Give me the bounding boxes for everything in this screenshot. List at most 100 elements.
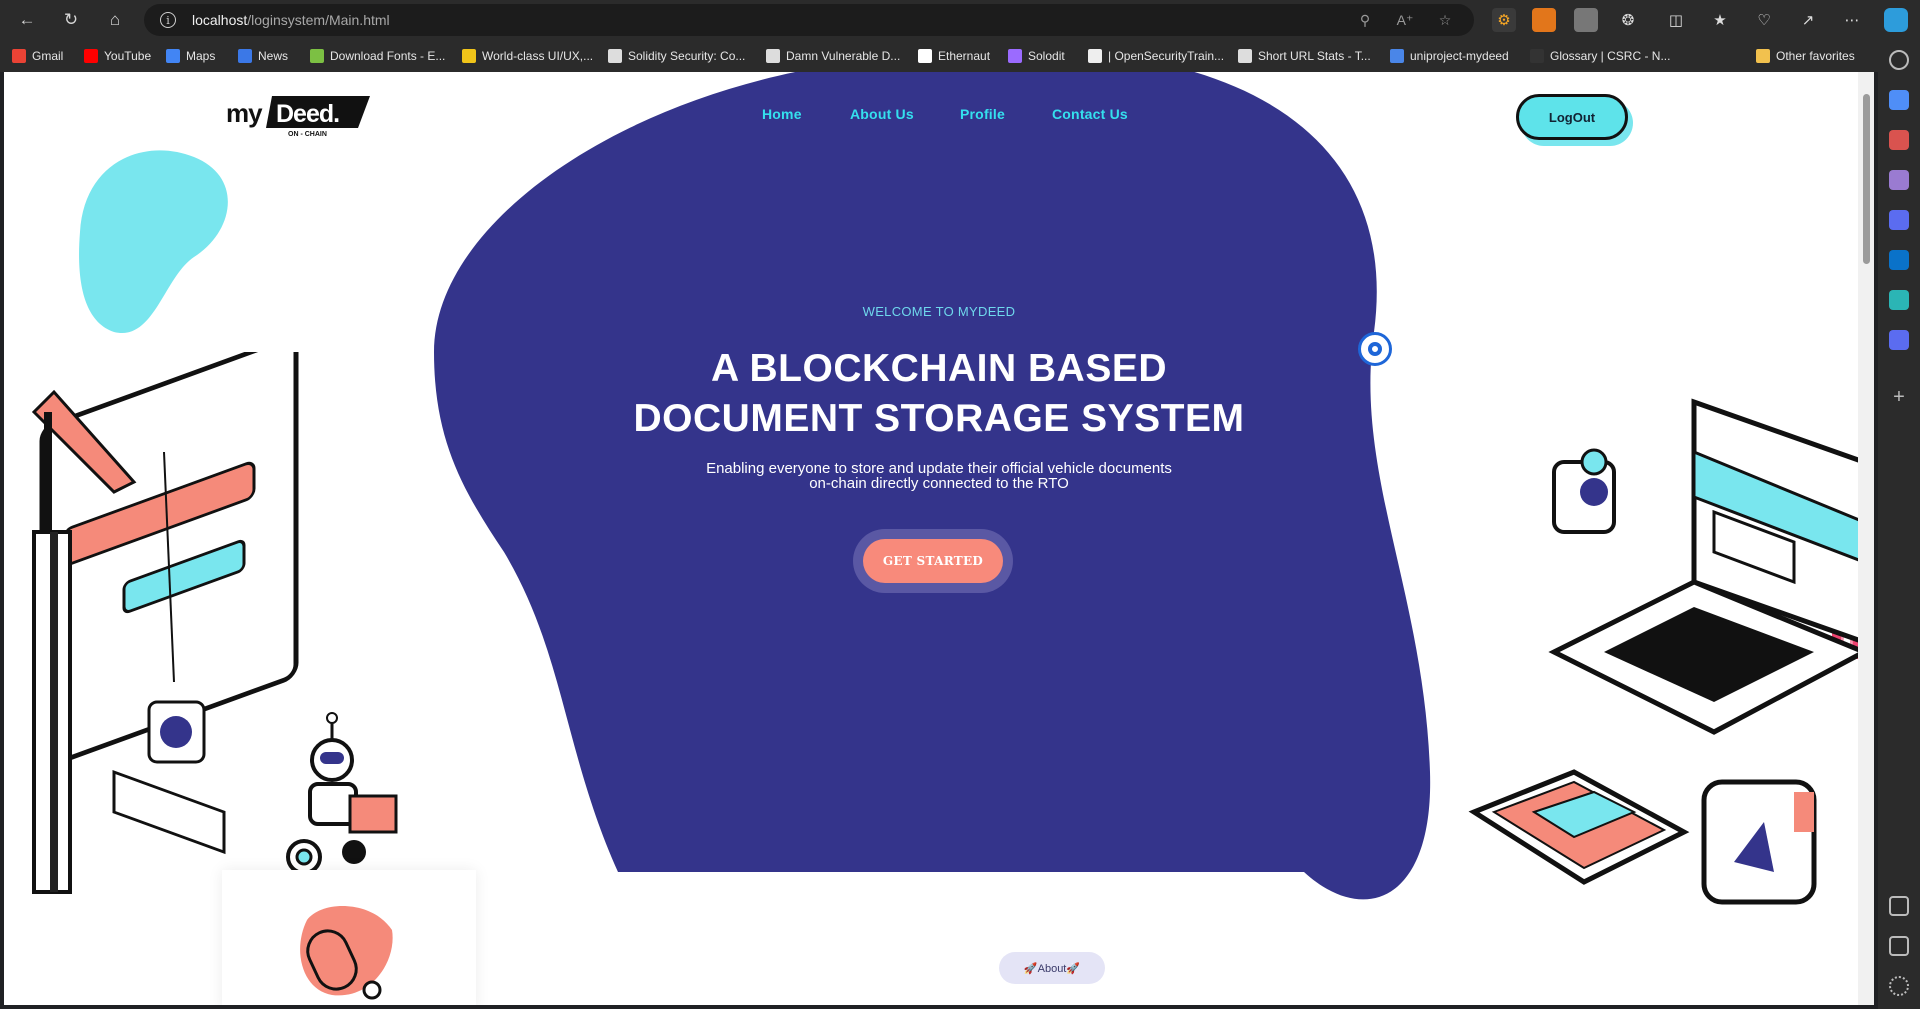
games-icon[interactable]	[1889, 170, 1909, 190]
ost-icon	[1088, 49, 1102, 63]
mountain-icon	[462, 49, 476, 63]
monitor-crane-illustration	[31, 352, 299, 894]
settings-icon[interactable]	[1889, 976, 1909, 996]
z-icon	[918, 49, 932, 63]
nist-icon	[1530, 49, 1544, 63]
outlook-icon[interactable]	[1889, 250, 1909, 270]
nav-home[interactable]: Home	[762, 106, 802, 122]
get-started-button[interactable]: GET STARTED	[863, 539, 1003, 583]
hero-welcome: WELCOME TO MYDEED	[862, 304, 1016, 319]
nav-about-us[interactable]: About Us	[850, 106, 914, 122]
split-screen-icon[interactable]: ◫	[1664, 8, 1688, 32]
robot-illustration	[286, 712, 398, 875]
more-menu-icon[interactable]: ⋯	[1840, 8, 1864, 32]
bookmark-item[interactable]: uniproject-mydeed	[1390, 46, 1509, 66]
address-bar[interactable]: i localhost/loginsystem/Main.html ⚲ A⁺ ☆	[144, 4, 1474, 36]
bookmark-label: uniproject-mydeed	[1410, 49, 1509, 63]
bookmark-label: Download Fonts - E...	[330, 49, 446, 63]
bookmark-item[interactable]: Solodit	[1008, 46, 1065, 66]
browser-essentials-icon[interactable]: ♡	[1752, 8, 1776, 32]
doc-icon	[1390, 49, 1404, 63]
about-section-pill[interactable]: 🚀About🚀	[999, 952, 1105, 984]
key-icon	[608, 49, 622, 63]
other-favorites[interactable]: Other favorites	[1756, 46, 1855, 66]
scroll-thumb[interactable]	[1863, 94, 1870, 264]
extension-icon[interactable]	[1574, 8, 1598, 32]
youtube-icon	[84, 49, 98, 63]
gmail-icon	[12, 49, 26, 63]
leaf-icon	[310, 49, 324, 63]
external-link-icon[interactable]	[1889, 936, 1909, 956]
sidebar-toggle-icon[interactable]	[1889, 896, 1909, 916]
mouse-illustration	[300, 906, 393, 1000]
bookmark-item[interactable]: | OpenSecurityTrain...	[1088, 46, 1224, 66]
m365-icon[interactable]	[1889, 330, 1909, 350]
bookmark-item[interactable]: Short URL Stats - T...	[1238, 46, 1371, 66]
bookmark-label: | OpenSecurityTrain...	[1108, 49, 1225, 63]
browser-chrome: ← ↻ ⌂ i localhost/loginsystem/Main.html …	[0, 0, 1920, 72]
bookmarks-bar: Gmail YouTube Maps News Download Fonts - E..…	[0, 40, 1920, 70]
refresh-icon[interactable]: ↻	[56, 6, 86, 34]
extension-badge-icon[interactable]: ⚙	[1492, 8, 1516, 32]
laptop-phone-illustration	[1468, 398, 1864, 905]
page-scrollbar[interactable]	[1858, 72, 1874, 1005]
bookmark-item[interactable]: Damn Vulnerable D...	[766, 46, 900, 66]
bookmark-item[interactable]: News	[238, 46, 288, 66]
google-icon	[166, 49, 180, 63]
svg-text:my: my	[226, 98, 263, 128]
bookmark-item[interactable]: YouTube	[84, 46, 151, 66]
favorites-icon[interactable]: ★	[1708, 8, 1732, 32]
logo-tagline: ON - CHAIN	[288, 131, 327, 138]
bookmark-label: Solodit	[1028, 49, 1065, 63]
bookmark-label: Ethernaut	[938, 49, 991, 63]
bookmark-item[interactable]: Download Fonts - E...	[310, 46, 445, 66]
bookmark-item[interactable]: Gmail	[12, 46, 63, 66]
copilot-icon[interactable]	[1884, 8, 1908, 32]
add-icon[interactable]: +	[1889, 387, 1909, 408]
bookmark-label: YouTube	[104, 49, 152, 63]
copilot-sidebar-icon[interactable]	[1889, 210, 1909, 230]
toolbox-icon[interactable]	[1889, 130, 1909, 150]
url-path: /loginsystem/Main.html	[247, 12, 390, 28]
bookmark-item[interactable]: Maps	[166, 46, 215, 66]
home-icon[interactable]: ⌂	[100, 6, 130, 34]
tag-icon[interactable]	[1889, 90, 1909, 110]
bookmark-item[interactable]: Glossary | CSRC - N...	[1530, 46, 1670, 66]
bookmark-label: Damn Vulnerable D...	[786, 49, 901, 63]
bookmark-label: Maps	[186, 49, 216, 63]
metamask-icon[interactable]	[1532, 8, 1556, 32]
floating-eye-icon[interactable]	[1358, 332, 1392, 366]
send-icon[interactable]	[1889, 290, 1909, 310]
other-favorites-label: Other favorites	[1776, 49, 1855, 63]
news-icon	[238, 49, 252, 63]
back-icon[interactable]: ←	[12, 6, 42, 34]
logo-text: Deed.	[276, 100, 339, 128]
favorite-star-icon[interactable]: ☆	[1434, 10, 1456, 30]
edge-sidebar: +	[1878, 40, 1920, 1009]
search-icon[interactable]	[1889, 50, 1909, 70]
folder-icon	[1756, 49, 1770, 63]
nav-profile[interactable]: Profile	[960, 106, 1005, 122]
bookmark-item[interactable]: Ethernaut	[918, 46, 990, 66]
browser-toolbar: ← ↻ ⌂ i localhost/loginsystem/Main.html …	[0, 0, 1920, 40]
bookmark-label: News	[258, 49, 289, 63]
share-icon[interactable]: ↗	[1796, 8, 1820, 32]
bookmark-label: Gmail	[32, 49, 64, 63]
cta-wrap: GET STARTED	[853, 529, 1013, 593]
solodit-icon	[1008, 49, 1022, 63]
page-icon	[766, 49, 780, 63]
read-aloud-icon[interactable]: A⁺	[1394, 10, 1416, 30]
bookmark-label: World-class UI/UX,...	[482, 49, 594, 63]
url-text[interactable]: localhost/loginsystem/Main.html	[192, 12, 390, 28]
bookmark-label: Solidity Security: Co...	[628, 49, 746, 63]
url-host: localhost	[192, 12, 248, 28]
logout-button[interactable]: LogOut	[1516, 94, 1628, 140]
bookmark-item[interactable]: World-class UI/UX,...	[462, 46, 593, 66]
bookmark-item[interactable]: Solidity Security: Co...	[608, 46, 745, 66]
site-info-icon[interactable]: i	[160, 12, 176, 28]
bookmark-label: Glossary | CSRC - N...	[1550, 49, 1671, 63]
puzzle-icon[interactable]: ❂	[1616, 8, 1640, 32]
key-icon[interactable]: ⚲	[1354, 10, 1376, 30]
nav-contact-us[interactable]: Contact Us	[1052, 106, 1128, 122]
mydeed-logo[interactable]: my Deed. ON - CHAIN	[222, 94, 372, 138]
